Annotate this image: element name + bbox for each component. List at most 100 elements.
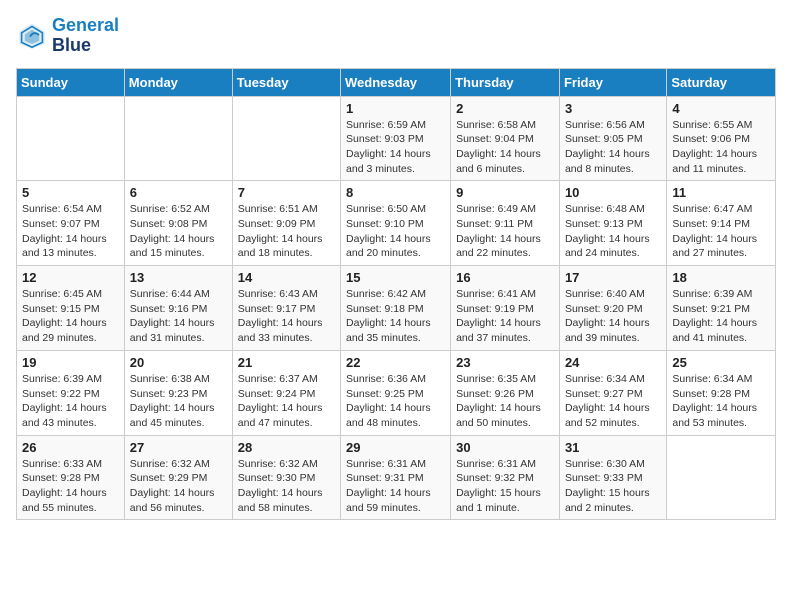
calendar-week-row: 5 Sunrise: 6:54 AM Sunset: 9:07 PM Daylig… — [17, 181, 776, 266]
day-number: 13 — [130, 270, 227, 285]
calendar-day-cell: 25Sunrise: 6:34 AM Sunset: 9:28 PM Dayli… — [667, 350, 776, 435]
day-number: 30 — [456, 440, 554, 455]
weekday-header-cell: Wednesday — [341, 68, 451, 96]
day-number: 12 — [22, 270, 119, 285]
day-detail: Sunrise: 6:48 AM Sunset: 9:13 PM Dayligh… — [565, 202, 661, 261]
day-number: 17 — [565, 270, 661, 285]
calendar-day-cell: 11Sunrise: 6:47 AM Sunset: 9:14 PM Dayli… — [667, 181, 776, 266]
calendar-day-cell: 24 Sunrise: 6:34 AM Sunset: 9:27 PM Dayli… — [559, 350, 666, 435]
day-detail: Sunrise: 6:59 AM Sunset: 9:03 PM Dayligh… — [346, 118, 445, 177]
weekday-header-cell: Friday — [559, 68, 666, 96]
day-detail: Sunrise: 6:56 AM Sunset: 9:05 PM Dayligh… — [565, 118, 661, 177]
calendar-day-cell: 7Sunrise: 6:51 AM Sunset: 9:09 PM Daylig… — [232, 181, 340, 266]
calendar-day-cell: 30 Sunrise: 6:31 AM Sunset: 9:32 PM Dayli… — [451, 435, 560, 520]
day-detail: Sunrise: 6:52 AM Sunset: 9:08 PM Dayligh… — [130, 202, 227, 261]
day-detail: Sunrise: 6:49 AM Sunset: 9:11 PM Dayligh… — [456, 202, 554, 261]
day-number: 20 — [130, 355, 227, 370]
day-number: 26 — [22, 440, 119, 455]
day-detail: Sunrise: 6:35 AM Sunset: 9:26 PM Dayligh… — [456, 372, 554, 431]
day-detail: Sunrise: 6:31 AM Sunset: 9:31 PM Dayligh… — [346, 457, 445, 516]
calendar-day-cell: 23 Sunrise: 6:35 AM Sunset: 9:26 PM Dayli… — [451, 350, 560, 435]
day-detail: Sunrise: 6:31 AM Sunset: 9:32 PM Dayligh… — [456, 457, 554, 516]
calendar-body: 1 Sunrise: 6:59 AM Sunset: 9:03 PM Daylig… — [17, 96, 776, 520]
calendar-week-row: 1 Sunrise: 6:59 AM Sunset: 9:03 PM Daylig… — [17, 96, 776, 181]
day-number: 16 — [456, 270, 554, 285]
calendar-day-cell: 17 Sunrise: 6:40 AM Sunset: 9:20 PM Dayli… — [559, 266, 666, 351]
day-detail: Sunrise: 6:30 AM Sunset: 9:33 PM Dayligh… — [565, 457, 661, 516]
calendar-day-cell: 26Sunrise: 6:33 AM Sunset: 9:28 PM Dayli… — [17, 435, 125, 520]
calendar-day-cell: 2 Sunrise: 6:58 AM Sunset: 9:04 PM Daylig… — [451, 96, 560, 181]
day-number: 31 — [565, 440, 661, 455]
calendar-day-cell: 14Sunrise: 6:43 AM Sunset: 9:17 PM Dayli… — [232, 266, 340, 351]
calendar-day-cell: 18 Sunrise: 6:39 AM Sunset: 9:21 PM Dayli… — [667, 266, 776, 351]
day-detail: Sunrise: 6:42 AM Sunset: 9:18 PM Dayligh… — [346, 287, 445, 346]
calendar-day-cell: 15 Sunrise: 6:42 AM Sunset: 9:18 PM Dayli… — [341, 266, 451, 351]
calendar-day-cell — [667, 435, 776, 520]
logo: GeneralBlue — [16, 16, 119, 56]
calendar-day-cell: 21 Sunrise: 6:37 AM Sunset: 9:24 PM Dayli… — [232, 350, 340, 435]
weekday-header-cell: Monday — [124, 68, 232, 96]
day-detail: Sunrise: 6:44 AM Sunset: 9:16 PM Dayligh… — [130, 287, 227, 346]
calendar-day-cell — [124, 96, 232, 181]
weekday-header-row: SundayMondayTuesdayWednesdayThursdayFrid… — [17, 68, 776, 96]
calendar-day-cell: 31 Sunrise: 6:30 AM Sunset: 9:33 PM Dayli… — [559, 435, 666, 520]
calendar-day-cell: 1 Sunrise: 6:59 AM Sunset: 9:03 PM Daylig… — [341, 96, 451, 181]
day-number: 1 — [346, 101, 445, 116]
day-number: 14 — [238, 270, 335, 285]
day-number: 3 — [565, 101, 661, 116]
calendar-day-cell: 19 Sunrise: 6:39 AM Sunset: 9:22 PM Dayli… — [17, 350, 125, 435]
day-number: 25 — [672, 355, 770, 370]
day-number: 2 — [456, 101, 554, 116]
calendar-day-cell: 5 Sunrise: 6:54 AM Sunset: 9:07 PM Daylig… — [17, 181, 125, 266]
day-detail: Sunrise: 6:41 AM Sunset: 9:19 PM Dayligh… — [456, 287, 554, 346]
calendar-week-row: 26Sunrise: 6:33 AM Sunset: 9:28 PM Dayli… — [17, 435, 776, 520]
day-number: 18 — [672, 270, 770, 285]
day-detail: Sunrise: 6:37 AM Sunset: 9:24 PM Dayligh… — [238, 372, 335, 431]
calendar-day-cell: 8Sunrise: 6:50 AM Sunset: 9:10 PM Daylig… — [341, 181, 451, 266]
day-number: 8 — [346, 185, 445, 200]
calendar-day-cell: 28 Sunrise: 6:32 AM Sunset: 9:30 PM Dayli… — [232, 435, 340, 520]
calendar-day-cell: 3 Sunrise: 6:56 AM Sunset: 9:05 PM Daylig… — [559, 96, 666, 181]
day-detail: Sunrise: 6:39 AM Sunset: 9:21 PM Dayligh… — [672, 287, 770, 346]
day-detail: Sunrise: 6:45 AM Sunset: 9:15 PM Dayligh… — [22, 287, 119, 346]
calendar-day-cell: 12 Sunrise: 6:45 AM Sunset: 9:15 PM Dayli… — [17, 266, 125, 351]
day-detail: Sunrise: 6:32 AM Sunset: 9:30 PM Dayligh… — [238, 457, 335, 516]
calendar-day-cell: 9 Sunrise: 6:49 AM Sunset: 9:11 PM Daylig… — [451, 181, 560, 266]
day-number: 27 — [130, 440, 227, 455]
day-number: 10 — [565, 185, 661, 200]
page-header: GeneralBlue — [16, 16, 776, 56]
weekday-header-cell: Thursday — [451, 68, 560, 96]
day-number: 9 — [456, 185, 554, 200]
weekday-header-cell: Tuesday — [232, 68, 340, 96]
calendar-week-row: 19 Sunrise: 6:39 AM Sunset: 9:22 PM Dayli… — [17, 350, 776, 435]
day-number: 4 — [672, 101, 770, 116]
day-number: 15 — [346, 270, 445, 285]
day-number: 23 — [456, 355, 554, 370]
day-detail: Sunrise: 6:58 AM Sunset: 9:04 PM Dayligh… — [456, 118, 554, 177]
day-detail: Sunrise: 6:32 AM Sunset: 9:29 PM Dayligh… — [130, 457, 227, 516]
day-detail: Sunrise: 6:39 AM Sunset: 9:22 PM Dayligh… — [22, 372, 119, 431]
day-number: 24 — [565, 355, 661, 370]
logo-icon — [16, 20, 48, 52]
day-detail: Sunrise: 6:55 AM Sunset: 9:06 PM Dayligh… — [672, 118, 770, 177]
day-number: 5 — [22, 185, 119, 200]
day-detail: Sunrise: 6:54 AM Sunset: 9:07 PM Dayligh… — [22, 202, 119, 261]
calendar-day-cell: 20 Sunrise: 6:38 AM Sunset: 9:23 PM Dayli… — [124, 350, 232, 435]
calendar-day-cell: 22Sunrise: 6:36 AM Sunset: 9:25 PM Dayli… — [341, 350, 451, 435]
day-detail: Sunrise: 6:36 AM Sunset: 9:25 PM Dayligh… — [346, 372, 445, 431]
calendar-day-cell: 16 Sunrise: 6:41 AM Sunset: 9:19 PM Dayli… — [451, 266, 560, 351]
calendar-day-cell: 10 Sunrise: 6:48 AM Sunset: 9:13 PM Dayli… — [559, 181, 666, 266]
day-number: 19 — [22, 355, 119, 370]
day-detail: Sunrise: 6:34 AM Sunset: 9:27 PM Dayligh… — [565, 372, 661, 431]
day-number: 29 — [346, 440, 445, 455]
calendar-day-cell — [232, 96, 340, 181]
day-detail: Sunrise: 6:40 AM Sunset: 9:20 PM Dayligh… — [565, 287, 661, 346]
calendar-day-cell: 27 Sunrise: 6:32 AM Sunset: 9:29 PM Dayli… — [124, 435, 232, 520]
day-detail: Sunrise: 6:38 AM Sunset: 9:23 PM Dayligh… — [130, 372, 227, 431]
calendar-day-cell: 29 Sunrise: 6:31 AM Sunset: 9:31 PM Dayli… — [341, 435, 451, 520]
day-detail: Sunrise: 6:47 AM Sunset: 9:14 PM Dayligh… — [672, 202, 770, 261]
day-number: 6 — [130, 185, 227, 200]
day-detail: Sunrise: 6:51 AM Sunset: 9:09 PM Dayligh… — [238, 202, 335, 261]
day-number: 21 — [238, 355, 335, 370]
day-number: 28 — [238, 440, 335, 455]
